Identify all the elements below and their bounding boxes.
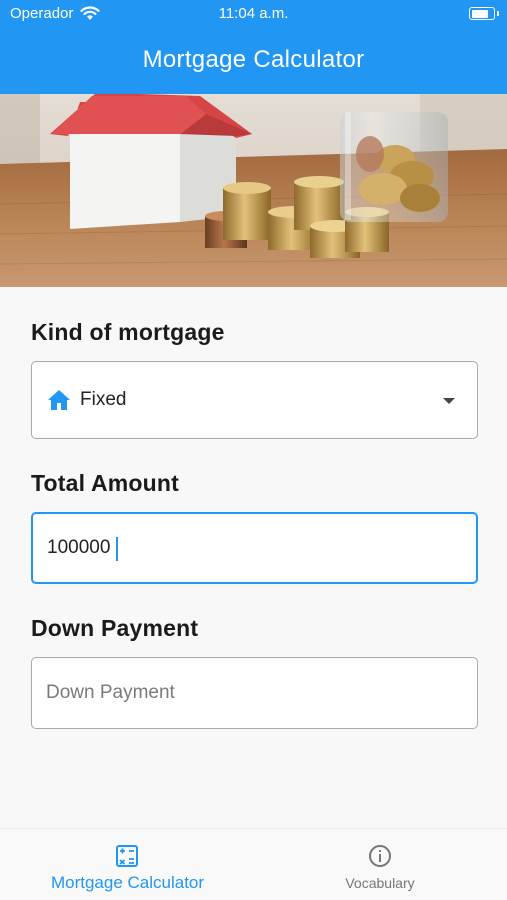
battery-level <box>471 9 488 18</box>
app-bar: Operador 11:04 a.m. Mortgage Calculator <box>0 0 507 94</box>
total-amount-label: Total Amount <box>31 470 180 496</box>
down-payment-input[interactable] <box>46 658 456 728</box>
coin-jar <box>340 112 448 222</box>
bottom-navigation: Mortgage Calculator Vocabulary <box>0 828 507 900</box>
status-time: 11:04 a.m. <box>218 5 289 22</box>
home-icon <box>48 390 70 410</box>
dropdown-arrow-icon <box>443 398 455 404</box>
status-bar: Operador 11:04 a.m. <box>0 0 507 28</box>
nav-label-mortgage-calculator: Mortgage Calculator <box>50 873 205 892</box>
text-cursor <box>116 537 118 561</box>
nav-mortgage-calculator[interactable]: Mortgage Calculator <box>20 829 235 900</box>
battery-icon <box>469 7 495 20</box>
down-payment-field-box <box>31 657 478 729</box>
total-amount-field-box <box>31 512 478 584</box>
total-amount-input[interactable] <box>47 514 457 582</box>
battery-tip <box>497 11 499 16</box>
nav-vocabulary[interactable]: Vocabulary <box>300 829 460 900</box>
mortgage-kind-label: Kind of mortgage <box>31 319 225 345</box>
banner-image <box>0 94 507 287</box>
mortgage-kind-value: Fixed <box>80 389 127 410</box>
page-title: Mortgage Calculator <box>142 46 365 73</box>
mortgage-kind-dropdown[interactable]: Fixed <box>31 361 478 439</box>
nav-label-vocabulary: Vocabulary <box>345 875 415 891</box>
calculator-icon <box>116 845 138 867</box>
info-icon <box>369 845 391 867</box>
house-and-coins-illustration <box>0 94 507 287</box>
down-payment-label: Down Payment <box>31 615 199 641</box>
